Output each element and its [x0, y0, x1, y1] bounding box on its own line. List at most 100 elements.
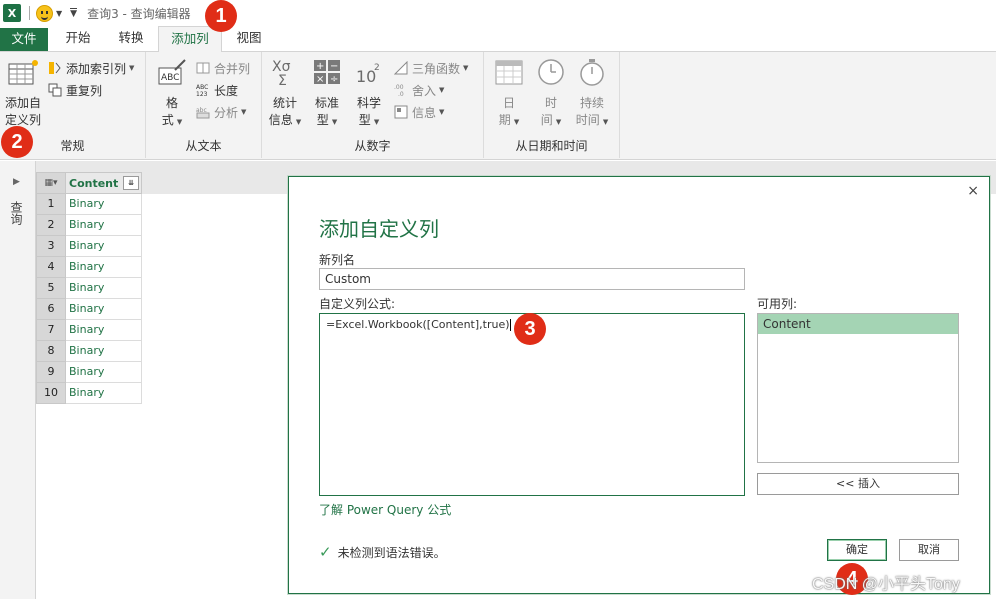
tab-file[interactable]: 文件 [0, 28, 48, 51]
table-cell[interactable]: Binary [66, 383, 142, 404]
svg-text:.00: .00 [394, 84, 404, 91]
table-cell[interactable]: Binary [66, 341, 142, 362]
insert-button[interactable]: << 插入 [757, 473, 959, 495]
group-from-number: Xσ Σ 统计 信息▼ +− ×÷ 标准 型▼ 10 2 科学 型▼ [262, 52, 484, 158]
scientific-button[interactable]: 10 2 科学 型 ▼ [352, 58, 386, 131]
table-cell[interactable]: Binary [66, 320, 142, 341]
format-button[interactable]: ABC 格 式 ▼ [154, 58, 190, 131]
information-button[interactable]: 信息 ▼ [394, 102, 444, 122]
index-column-button[interactable]: 添加索引列 ▼ [48, 58, 134, 78]
date-label-2: 期 [498, 113, 511, 127]
step-badge-3: 3 [514, 313, 546, 345]
table-cell[interactable]: Binary [66, 215, 142, 236]
information-icon [394, 105, 408, 119]
svg-text:ABC: ABC [161, 73, 179, 83]
merge-columns-icon [196, 62, 210, 74]
custom-column-icon [8, 60, 38, 85]
row-number[interactable]: 6 [36, 299, 66, 320]
learn-formula-link[interactable]: 了解 Power Query 公式 [319, 501, 451, 518]
format-label-2: 式 [161, 113, 174, 127]
tab-view[interactable]: 视图 [226, 26, 272, 52]
length-label: 长度 [214, 83, 239, 98]
rounding-button[interactable]: .00.0 舍入 ▼ [394, 80, 444, 100]
data-grid: ▦▾ Content ⇊ 1 Binary 2 Binary 3 Binary 4 Binar… [36, 172, 142, 404]
time-button[interactable]: 时 间 ▼ [534, 58, 568, 131]
table-menu-icon[interactable]: ▦▾ [36, 172, 66, 194]
checkmark-icon: ✓ [319, 543, 332, 561]
table-cell[interactable]: Binary [66, 236, 142, 257]
table-cell[interactable]: Binary [66, 278, 142, 299]
expand-pane-icon[interactable]: ▶ [13, 177, 20, 187]
statistics-label-1: 统计 [272, 96, 297, 110]
custom-column-label-1: 添加自 [4, 96, 41, 110]
statistics-button[interactable]: Xσ Σ 统计 信息 ▼ [268, 58, 302, 131]
customize-toolbar-icon[interactable]: ▼ [70, 8, 78, 19]
smiley-feedback-icon[interactable] [36, 4, 53, 22]
column-header-content[interactable]: Content ⇊ [66, 172, 142, 194]
index-column-icon [49, 62, 61, 74]
syntax-status: ✓ 未检测到语法错误。 [319, 543, 446, 561]
format-icon: ABC [158, 59, 186, 85]
row-number[interactable]: 8 [36, 341, 66, 362]
row-number[interactable]: 9 [36, 362, 66, 383]
new-column-name-input[interactable]: Custom [319, 268, 745, 290]
triangle-icon [394, 61, 408, 75]
row-number[interactable]: 10 [36, 383, 66, 404]
duplicate-column-icon [48, 83, 62, 97]
trigonometry-button[interactable]: 三角函数 ▼ [394, 58, 468, 78]
table-row: 10 Binary [36, 383, 142, 404]
available-columns-list[interactable]: Content [757, 313, 959, 463]
duplicate-column-button[interactable]: 重复列 [48, 80, 102, 100]
svg-text:÷: ÷ [330, 74, 338, 85]
calculator-icon: + − × ÷ [314, 60, 340, 85]
length-button[interactable]: ABC 123 长度 [196, 80, 238, 100]
group-from-datetime: 日 期 ▼ 时 间 ▼ 持续 时间 ▼ 从日期和时间 [484, 52, 620, 158]
syntax-status-text: 未检测到语法错误。 [337, 545, 446, 560]
expand-column-icon[interactable]: ⇊ [123, 176, 139, 190]
formula-label: 自定义列公式: [319, 297, 396, 311]
chevron-down-icon[interactable]: ▼ [56, 9, 62, 18]
tab-transform[interactable]: 转换 [108, 26, 154, 52]
parse-label: 分析 [214, 105, 239, 120]
custom-column-button[interactable]: 添加自 定义列 [2, 58, 44, 129]
duration-label-2: 时间 [575, 113, 600, 127]
clock-icon [538, 59, 564, 85]
table-row: 9 Binary [36, 362, 142, 383]
chevron-down-icon: ▼ [241, 108, 247, 116]
standard-label-1: 标准 [314, 96, 339, 110]
table-cell[interactable]: Binary [66, 362, 142, 383]
row-number[interactable]: 2 [36, 215, 66, 236]
duration-button[interactable]: 持续 时间 ▼ [574, 58, 610, 131]
cancel-button[interactable]: 取消 [899, 539, 959, 561]
chevron-down-icon: ▼ [295, 118, 302, 126]
svg-text:.0: .0 [398, 91, 404, 97]
row-number[interactable]: 1 [36, 194, 66, 215]
list-item[interactable]: Content [758, 314, 958, 334]
step-badge-1: 1 [205, 0, 237, 32]
dialog-title: 添加自定义列 [319, 217, 439, 241]
row-number[interactable]: 3 [36, 236, 66, 257]
table-cell[interactable]: Binary [66, 257, 142, 278]
row-number[interactable]: 7 [36, 320, 66, 341]
table-cell[interactable]: Binary [66, 299, 142, 320]
date-button[interactable]: 日 期 ▼ [492, 58, 526, 131]
svg-text:×: × [316, 74, 324, 85]
svg-text:+: + [316, 61, 324, 72]
parse-button[interactable]: abc 分析 ▼ [196, 102, 246, 122]
divider [29, 6, 30, 20]
ok-button[interactable]: 确定 [827, 539, 887, 561]
add-custom-column-dialog: × 添加自定义列 新列名 Custom 自定义列公式: =Excel.Workb… [288, 176, 990, 594]
table-cell[interactable]: Binary [66, 194, 142, 215]
close-icon[interactable]: × [967, 183, 979, 199]
merge-columns-button[interactable]: 合并列 [196, 58, 250, 78]
calendar-icon [495, 60, 523, 85]
watermark: CSDN @小平头Tony [812, 576, 960, 593]
tab-home[interactable]: 开始 [56, 26, 100, 52]
window-title: 查询3 - 查询编辑器 [87, 6, 191, 21]
scientific-label-2: 型 [358, 113, 371, 127]
row-number[interactable]: 5 [36, 278, 66, 299]
row-number[interactable]: 4 [36, 257, 66, 278]
chevron-down-icon: ▼ [331, 118, 338, 126]
chevron-down-icon: ▼ [176, 118, 183, 126]
standard-button[interactable]: + − × ÷ 标准 型 ▼ [310, 58, 344, 131]
